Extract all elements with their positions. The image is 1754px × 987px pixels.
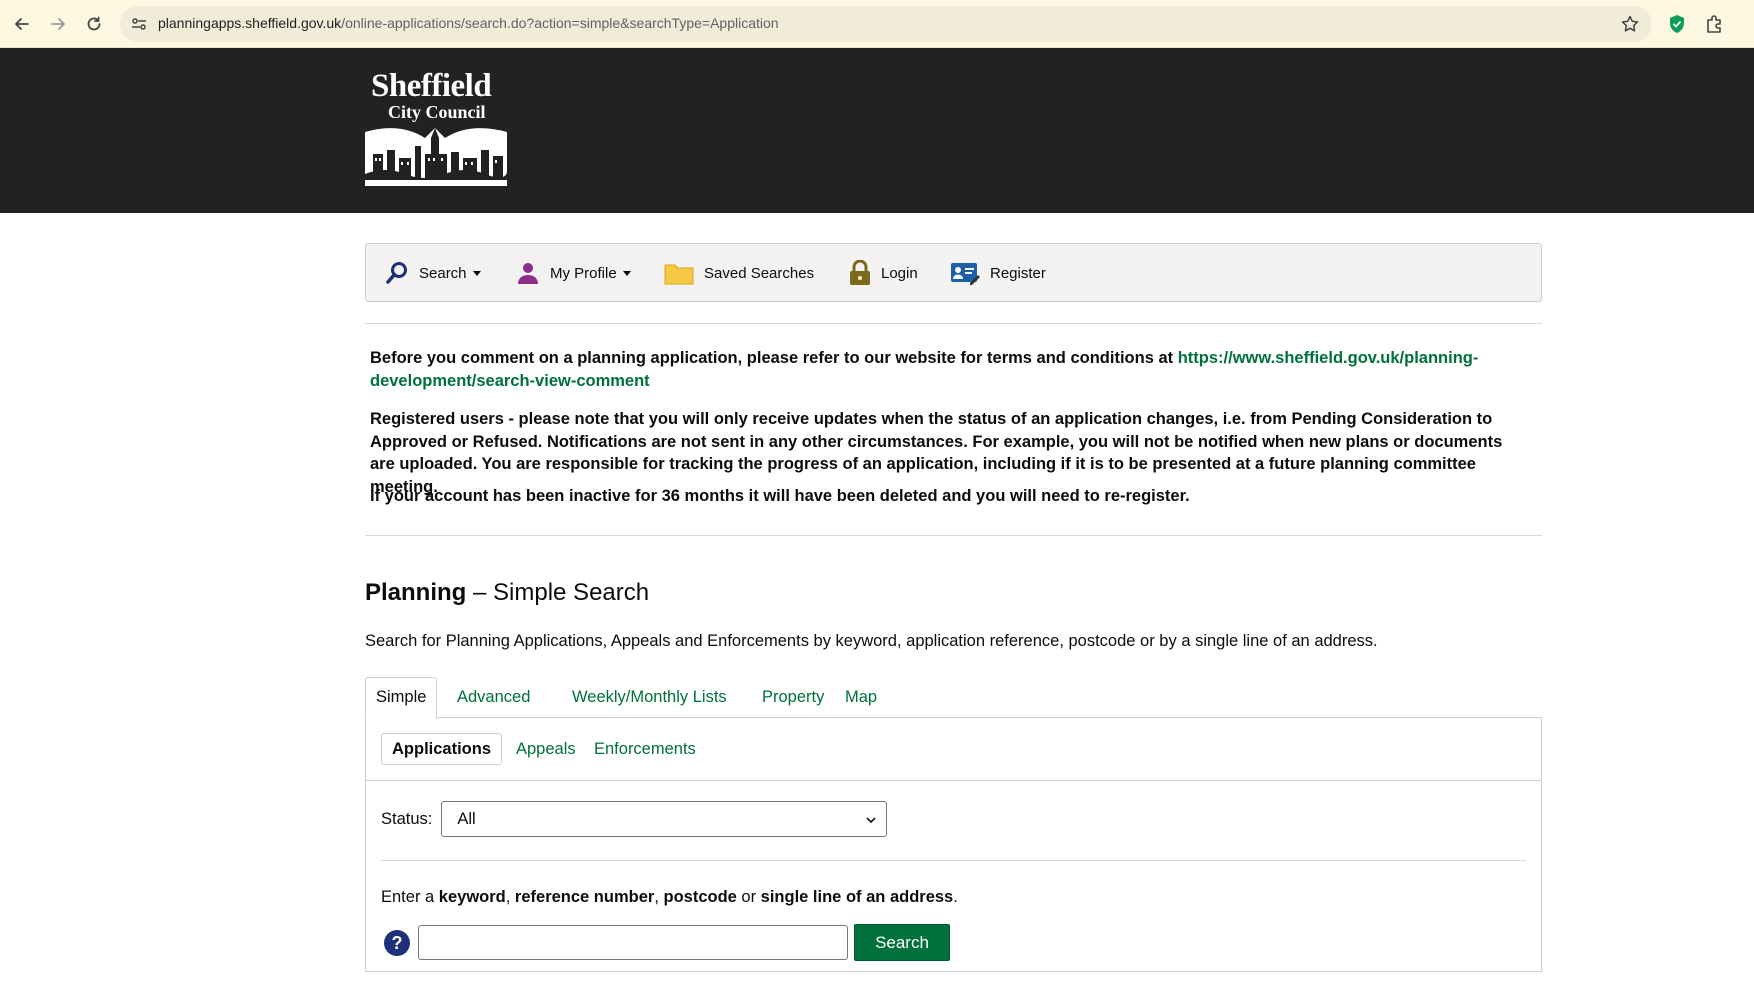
notice-panel: Before you comment on a planning applica… [365, 323, 1542, 536]
page-title: Planning – Simple Search [365, 579, 650, 606]
status-row: Status: All [381, 801, 888, 837]
tab-map[interactable]: Map [835, 677, 887, 718]
sheffield-city-council-logo[interactable]: Sheffield City Council [365, 68, 507, 188]
logo-line1: Sheffield [371, 68, 492, 104]
chevron-down-icon [866, 817, 877, 824]
search-input[interactable] [418, 925, 848, 960]
menu-register-label: Register [990, 264, 1046, 282]
city-skyline-icon [365, 128, 507, 186]
menu-login[interactable]: Login [849, 258, 918, 288]
main-menu: Search My Profile Saved Searches Login R… [365, 243, 1542, 302]
record-type-tabs: Applications Appeals Enforcements [366, 718, 1541, 781]
tab-weekly-monthly-lists[interactable]: Weekly/Monthly Lists [562, 677, 737, 718]
menu-saved-searches[interactable]: Saved Searches [664, 258, 814, 288]
status-label: Status: [381, 809, 433, 828]
tab-property[interactable]: Property [752, 677, 834, 718]
subtab-appeals[interactable]: Appeals [506, 733, 586, 765]
back-icon[interactable] [10, 12, 34, 36]
menu-my-profile[interactable]: My Profile [516, 258, 631, 288]
menu-saved-searches-label: Saved Searches [704, 264, 815, 282]
search-icon [386, 262, 407, 284]
lock-icon [850, 260, 870, 285]
search-type-tabs: Simple Advanced Weekly/Monthly Lists Pro… [365, 677, 1542, 718]
site-header: Sheffield City Council [0, 48, 1754, 213]
help-icon[interactable]: ? [384, 930, 410, 956]
search-instructions: Enter a keyword, reference number, postc… [381, 888, 958, 906]
puzzle-extension-icon[interactable] [1704, 13, 1726, 35]
menu-register[interactable]: Register [950, 258, 1046, 288]
bookmark-star-icon[interactable] [1620, 14, 1640, 34]
caret-down-icon [472, 270, 481, 276]
notice-terms: Before you comment on a planning applica… [370, 349, 1479, 390]
search-button[interactable]: Search [854, 924, 950, 961]
status-selected-value: All [457, 809, 476, 828]
tab-simple[interactable]: Simple [365, 677, 438, 718]
menu-search-label: Search [419, 264, 467, 282]
url-text: planningapps.sheffield.gov.uk/online-app… [158, 15, 779, 31]
forward-icon[interactable] [46, 12, 70, 36]
folder-icon [664, 264, 694, 285]
caret-down-icon [622, 270, 631, 276]
menu-my-profile-label: My Profile [550, 264, 617, 282]
notice-inactive-account: If your account has been inactive for 36… [370, 487, 1190, 505]
menu-search[interactable]: Search [385, 258, 481, 288]
user-icon [518, 263, 538, 284]
logo-line2: City Council [388, 102, 486, 122]
reload-icon[interactable] [82, 12, 106, 36]
address-bar[interactable]: planningapps.sheffield.gov.uk/online-app… [120, 6, 1652, 42]
divider [381, 860, 1526, 861]
subtab-applications[interactable]: Applications [381, 733, 503, 765]
site-settings-icon[interactable] [130, 15, 148, 33]
simple-search-panel: Applications Appeals Enforcements Status… [365, 717, 1542, 972]
browser-toolbar: planningapps.sheffield.gov.uk/online-app… [0, 0, 1754, 48]
shield-extension-icon[interactable] [1666, 13, 1688, 35]
status-select[interactable]: All [441, 801, 888, 837]
id-card-pen-icon [951, 263, 980, 285]
tab-advanced[interactable]: Advanced [447, 677, 540, 718]
subtab-enforcements[interactable]: Enforcements [584, 733, 706, 765]
menu-login-label: Login [881, 264, 918, 282]
page-description: Search for Planning Applications, Appeal… [365, 632, 1378, 650]
